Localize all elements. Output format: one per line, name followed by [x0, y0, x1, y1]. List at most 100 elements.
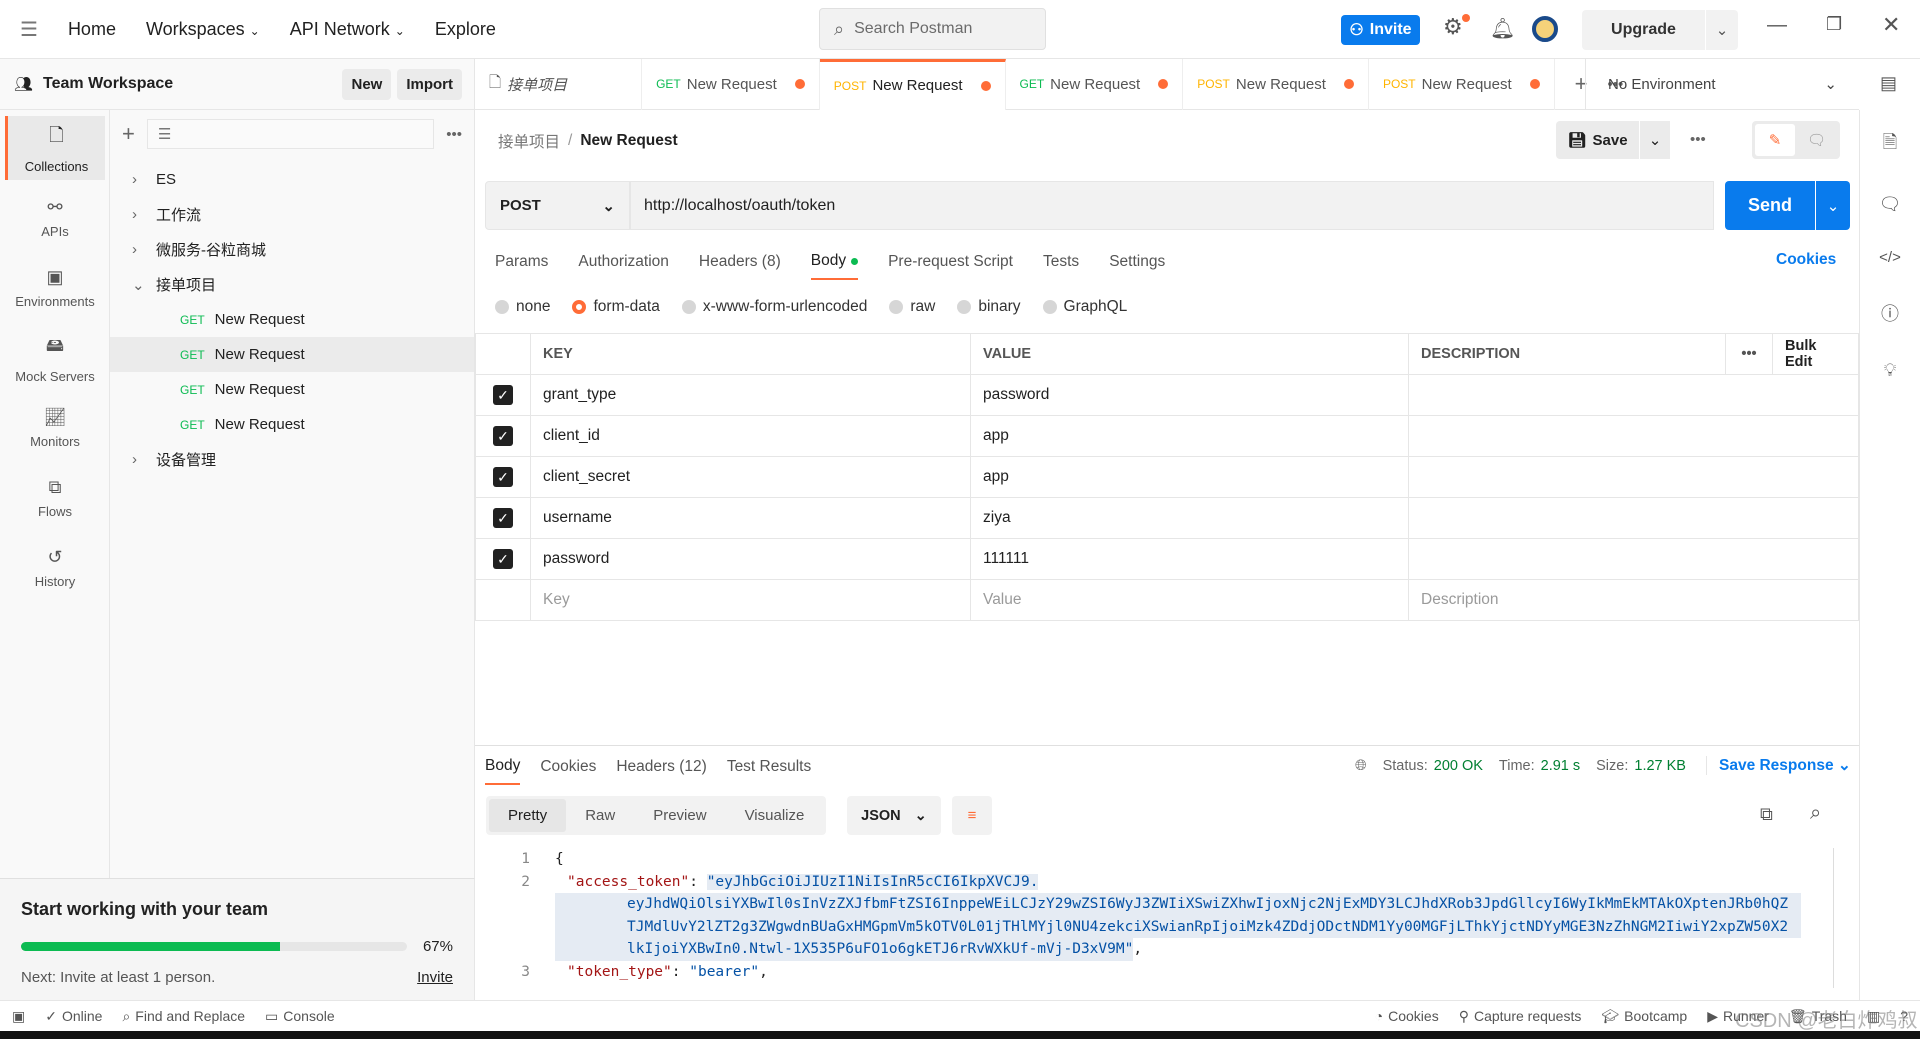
radio-raw[interactable]: raw	[889, 298, 935, 316]
edit-icon[interactable]: ✎	[1755, 124, 1795, 156]
close-icon[interactable]: ✕	[1882, 12, 1900, 38]
copy-icon[interactable]: ⧉	[1760, 804, 1773, 825]
tab-authorization[interactable]: Authorization	[578, 244, 668, 280]
sidebar-item-flows[interactable]: ⧉ Flows	[5, 466, 105, 530]
method-select[interactable]: POST ⌄	[485, 181, 630, 230]
view-raw[interactable]: Raw	[566, 799, 634, 832]
request-item[interactable]: GET New Request	[110, 337, 474, 372]
value-cell[interactable]: ziya	[970, 497, 1409, 539]
request-tab[interactable]: POST New Request	[819, 58, 1006, 110]
nav-explore[interactable]: Explore	[435, 19, 496, 40]
bootcamp-button[interactable]: 🎓︎ Bootcamp	[1601, 1008, 1687, 1025]
chevron-right-icon[interactable]: ›	[132, 171, 146, 188]
bulk-edit-button[interactable]: Bulk Edit	[1772, 333, 1859, 375]
cookies-link[interactable]: Cookies	[1776, 251, 1836, 269]
new-button[interactable]: New	[342, 68, 392, 100]
restore-icon[interactable]: ❐	[1826, 14, 1842, 35]
save-response-button[interactable]: Save Response ⌄	[1705, 756, 1851, 775]
response-body[interactable]: 1{ 2 "access_token": "eyJhbGciOiJIUzI1NiI…	[475, 848, 1835, 998]
request-item[interactable]: GET New Request	[110, 407, 474, 442]
radio-none[interactable]: none	[495, 298, 550, 316]
tab-params[interactable]: Params	[495, 244, 548, 280]
request-item[interactable]: GET New Request	[110, 372, 474, 407]
value-input[interactable]: Value	[970, 579, 1409, 621]
description-cell[interactable]	[1408, 374, 1859, 416]
checkbox[interactable]: ✓	[493, 508, 513, 528]
value-cell[interactable]: 111111	[970, 538, 1409, 580]
breadcrumb-collection[interactable]: 接单项目	[498, 130, 560, 152]
chevron-right-icon[interactable]: ›	[132, 451, 146, 468]
collection-item[interactable]: › 设备管理	[110, 442, 474, 477]
radio-x-www-form-urlencoded[interactable]: x-www-form-urlencoded	[681, 298, 867, 316]
minimize-icon[interactable]: —	[1767, 14, 1787, 37]
nav-home[interactable]: Home	[68, 19, 116, 40]
format-select[interactable]: JSON ⌄	[847, 796, 941, 835]
save-button[interactable]: 💾︎ Save	[1556, 121, 1639, 159]
send-button[interactable]: Send	[1725, 181, 1815, 230]
sidebar-item-monitors[interactable]: 📈︎ Monitors	[5, 396, 105, 460]
capture-requests-button[interactable]: ⚲ Capture requests	[1459, 1008, 1582, 1025]
tab-pre-request[interactable]: Pre-request Script	[888, 244, 1013, 280]
description-cell[interactable]	[1408, 456, 1859, 498]
upgrade-button[interactable]: Upgrade	[1582, 10, 1705, 50]
toggle-sidebar-icon[interactable]: ▣	[12, 1008, 25, 1025]
response-tab-headers[interactable]: Headers (12)	[616, 749, 706, 785]
search-input[interactable]: ⌕ Search Postman	[819, 8, 1046, 50]
upgrade-dropdown[interactable]: ⌄	[1706, 10, 1738, 50]
checkbox[interactable]: ✓	[493, 467, 513, 487]
workspace-name[interactable]: Team Workspace	[43, 75, 336, 93]
request-tab[interactable]: 🗋︎ 接单项目	[475, 58, 643, 110]
environment-quick-look-icon[interactable]: ▤	[1880, 73, 1897, 94]
response-tab-body[interactable]: Body	[485, 749, 521, 785]
key-cell[interactable]: client_id	[530, 415, 971, 457]
avatar[interactable]	[1532, 16, 1558, 42]
description-input[interactable]: Description	[1408, 579, 1859, 621]
cookies-button[interactable]: ◔ Cookies	[1375, 1008, 1439, 1024]
filter-input[interactable]: ☰	[146, 119, 435, 149]
console-button[interactable]: ▭ Console	[265, 1008, 335, 1025]
key-cell[interactable]: password	[530, 538, 971, 580]
settings-icon[interactable]: ⚙	[1443, 14, 1463, 40]
wrap-lines-button[interactable]: ≡	[952, 796, 992, 835]
sidebar-item-apis[interactable]: ⚯ APIs	[5, 186, 105, 250]
invite-button[interactable]: ⚇ Invite	[1341, 15, 1420, 45]
value-cell[interactable]: app	[970, 456, 1409, 498]
code-icon[interactable]: </>	[1879, 249, 1901, 266]
add-icon[interactable]: +	[122, 121, 135, 147]
view-visualize[interactable]: Visualize	[726, 799, 824, 832]
view-preview[interactable]: Preview	[634, 799, 725, 832]
chevron-right-icon[interactable]: ›	[132, 206, 146, 223]
tab-body[interactable]: Body	[810, 244, 859, 280]
collection-item[interactable]: › 微服务-谷粒商城	[110, 232, 474, 267]
nav-api-network[interactable]: API Network ⌄	[290, 19, 405, 40]
online-status[interactable]: ✓ Online	[45, 1008, 102, 1025]
request-tab[interactable]: GET New Request	[1006, 58, 1184, 110]
lightbulb-icon[interactable]: 💡︎	[1884, 360, 1897, 381]
request-tab[interactable]: GET New Request	[642, 58, 820, 110]
tab-tests[interactable]: Tests	[1043, 244, 1079, 280]
sidebar-item-collections[interactable]: 🗋︎ Collections	[5, 116, 105, 180]
tab-headers[interactable]: Headers (8)	[699, 244, 781, 280]
comments-icon[interactable]: 🗨︎	[1879, 194, 1902, 215]
comment-icon[interactable]: 🗨︎	[1807, 131, 1826, 149]
value-cell[interactable]: password	[970, 374, 1409, 416]
onboarding-invite-link[interactable]: Invite	[417, 969, 453, 986]
chevron-right-icon[interactable]: ›	[132, 241, 146, 258]
key-input[interactable]: Key	[530, 579, 971, 621]
more-icon[interactable]: •••	[1690, 131, 1706, 148]
bell-icon[interactable]: 🔔︎	[1490, 16, 1515, 41]
find-replace-button[interactable]: ⌕ Find and Replace	[122, 1008, 245, 1025]
request-item[interactable]: GET New Request	[110, 302, 474, 337]
collection-item[interactable]: ⌄ 接单项目	[110, 267, 474, 302]
send-dropdown[interactable]: ⌄	[1816, 181, 1850, 230]
environment-select[interactable]: No Environment ⌄	[1585, 59, 1859, 110]
code-scrollbar[interactable]	[1833, 848, 1834, 988]
documentation-icon[interactable]: 🗎︎	[1883, 130, 1897, 160]
breadcrumb-request[interactable]: New Request	[580, 132, 677, 150]
tab-settings[interactable]: Settings	[1109, 244, 1165, 280]
save-dropdown[interactable]: ⌄	[1640, 121, 1670, 159]
checkbox[interactable]: ✓	[493, 426, 513, 446]
key-cell[interactable]: client_secret	[530, 456, 971, 498]
search-icon[interactable]: ⌕	[1810, 802, 1821, 825]
more-icon[interactable]: •••	[1725, 333, 1773, 375]
